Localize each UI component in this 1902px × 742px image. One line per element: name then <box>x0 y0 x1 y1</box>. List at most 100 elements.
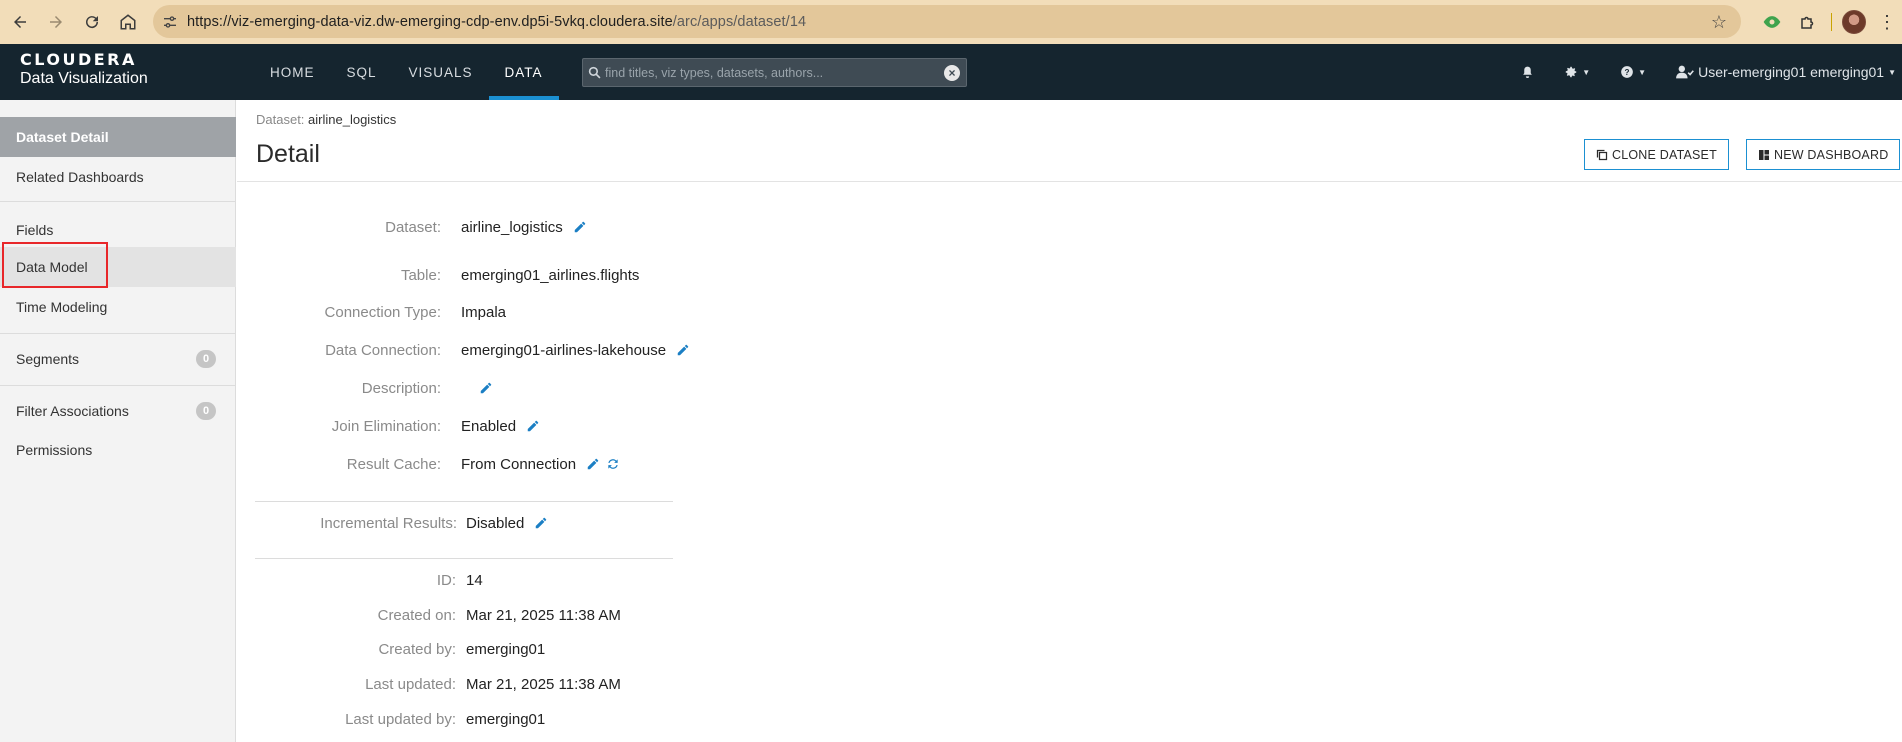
filter-associations-count-badge: 0 <box>196 402 216 420</box>
detail-row-join-elimination: Join Elimination: <box>237 414 441 438</box>
search-icon <box>583 66 605 79</box>
new-dashboard-label: NEW DASHBOARD <box>1774 147 1889 162</box>
detail-row-table: Table: <box>237 263 441 287</box>
clone-icon <box>1596 149 1608 161</box>
detail-row-connection-type: Connection Type: <box>237 300 441 324</box>
profile-avatar[interactable] <box>1836 10 1872 34</box>
nav-visuals[interactable]: VISUALS <box>393 44 489 100</box>
star-icon[interactable]: ☆ <box>1711 12 1727 33</box>
last-updated-value: Mar 21, 2025 11:38 AM <box>466 675 621 693</box>
app-header: CLOUDERA Data Visualization HOME SQL VIS… <box>0 44 1902 100</box>
browser-toolbar: https://viz-emerging-data-viz.dw-emergin… <box>0 0 1902 44</box>
detail-label: Incremental Results: <box>320 514 457 532</box>
breadcrumb: Dataset: airline_logistics <box>256 112 396 127</box>
help-icon[interactable]: ? ▼ <box>1620 65 1646 79</box>
detail-row-incremental-results: Incremental Results: <box>237 511 457 535</box>
detail-row-created-by: Created by: <box>237 637 456 661</box>
detail-row-description: Description: <box>237 376 441 400</box>
new-dashboard-button[interactable]: NEW DASHBOARD <box>1746 139 1901 170</box>
breadcrumb-value[interactable]: airline_logistics <box>308 112 396 127</box>
highlight-box <box>2 242 108 288</box>
detail-row-last-updated: Last updated: <box>237 672 456 696</box>
sidebar-item-permissions[interactable]: Permissions <box>0 430 236 470</box>
pencil-icon[interactable] <box>479 381 493 395</box>
menu-dots-icon[interactable]: ⋮ <box>1872 12 1902 33</box>
last-updated-by-value: emerging01 <box>466 710 546 728</box>
back-icon[interactable] <box>2 4 38 40</box>
section-divider <box>255 501 673 502</box>
sidebar-item-segments[interactable]: Segments 0 <box>0 339 236 379</box>
sidebar-divider <box>0 333 236 334</box>
top-nav: HOME SQL VISUALS DATA <box>254 44 559 100</box>
extension-icon[interactable] <box>1754 12 1790 32</box>
pencil-icon[interactable] <box>676 343 690 357</box>
brand-logo[interactable]: CLOUDERA Data Visualization <box>20 51 148 88</box>
detail-row-dataset: Dataset: <box>237 215 441 239</box>
sidebar-item-label: Filter Associations <box>16 403 129 419</box>
incremental-results-value: Disabled <box>466 514 525 532</box>
result-cache-value: From Connection <box>461 455 577 473</box>
sidebar-item-filter-associations[interactable]: Filter Associations 0 <box>0 391 236 431</box>
id-value: 14 <box>466 571 483 589</box>
sidebar-item-dataset-detail[interactable]: Dataset Detail <box>0 117 236 157</box>
detail-row-id: ID: <box>237 568 456 592</box>
dataset-name-value: airline_logistics <box>461 218 563 236</box>
main-content: Dataset: airline_logistics Detail CLONE … <box>237 100 1902 742</box>
user-name: User-emerging01 emerging01 <box>1698 64 1885 80</box>
data-connection-value: emerging01-airlines-lakehouse <box>461 341 667 359</box>
user-icon <box>1676 65 1694 79</box>
created-by-value: emerging01 <box>466 640 546 658</box>
bell-icon[interactable] <box>1521 65 1534 79</box>
breadcrumb-label: Dataset: <box>256 112 305 127</box>
pencil-icon[interactable] <box>534 516 548 530</box>
url-text: https://viz-emerging-data-viz.dw-emergin… <box>187 13 807 30</box>
nav-data[interactable]: DATA <box>488 44 559 100</box>
clone-dataset-button[interactable]: CLONE DATASET <box>1584 139 1729 170</box>
reload-icon[interactable] <box>74 4 110 40</box>
detail-label: Join Elimination: <box>331 417 441 435</box>
gear-icon[interactable]: ▼ <box>1564 65 1590 79</box>
detail-label: Connection Type: <box>324 303 441 321</box>
detail-label: ID: <box>436 571 456 589</box>
detail-row-result-cache: Result Cache: <box>237 452 441 476</box>
detail-label: Last updated: <box>365 675 456 693</box>
address-bar[interactable]: https://viz-emerging-data-viz.dw-emergin… <box>153 5 1741 38</box>
sidebar-item-label: Fields <box>16 222 54 238</box>
sidebar-item-label: Time Modeling <box>16 299 108 315</box>
pencil-icon[interactable] <box>526 419 540 433</box>
site-info-icon[interactable] <box>153 14 187 30</box>
nav-sql[interactable]: SQL <box>331 44 393 100</box>
detail-label: Created on: <box>377 606 456 624</box>
pencil-icon[interactable] <box>573 220 587 234</box>
section-divider <box>255 558 673 559</box>
sidebar-item-time-modeling[interactable]: Time Modeling <box>0 287 236 327</box>
sidebar-divider <box>0 385 236 386</box>
nav-home[interactable]: HOME <box>254 44 331 100</box>
sidebar-item-label: Segments <box>16 351 80 367</box>
clear-icon[interactable]: × <box>944 64 960 81</box>
pencil-icon[interactable] <box>586 457 600 471</box>
detail-label: Created by: <box>378 640 456 658</box>
detail-label: Last updated by: <box>345 710 456 728</box>
detail-row-data-connection: Data Connection: <box>237 338 441 362</box>
search-input[interactable] <box>605 65 944 80</box>
refresh-icon[interactable] <box>606 457 620 471</box>
detail-row-last-updated-by: Last updated by: <box>237 707 456 731</box>
forward-icon[interactable] <box>38 4 74 40</box>
sidebar-item-label: Related Dashboards <box>16 169 144 185</box>
sidebar-item-label: Permissions <box>16 442 93 458</box>
connection-type-value: Impala <box>461 303 507 321</box>
home-icon[interactable] <box>110 4 146 40</box>
created-on-value: Mar 21, 2025 11:38 AM <box>466 606 621 624</box>
sidebar-item-related-dashboards[interactable]: Related Dashboards <box>0 157 236 197</box>
dataset-sidebar: Dataset Detail Related Dashboards Fields… <box>0 100 236 742</box>
clone-dataset-label: CLONE DATASET <box>1612 147 1717 162</box>
puzzle-icon[interactable] <box>1790 13 1826 31</box>
svg-text:?: ? <box>1625 68 1630 77</box>
user-menu[interactable]: User-emerging01 emerging01 ▼ <box>1676 64 1896 80</box>
detail-label: Data Connection: <box>325 341 441 359</box>
dashboard-icon <box>1758 149 1770 161</box>
detail-label: Result Cache: <box>346 455 441 473</box>
global-search: × <box>582 58 967 87</box>
brand-product: Data Visualization <box>20 69 148 87</box>
